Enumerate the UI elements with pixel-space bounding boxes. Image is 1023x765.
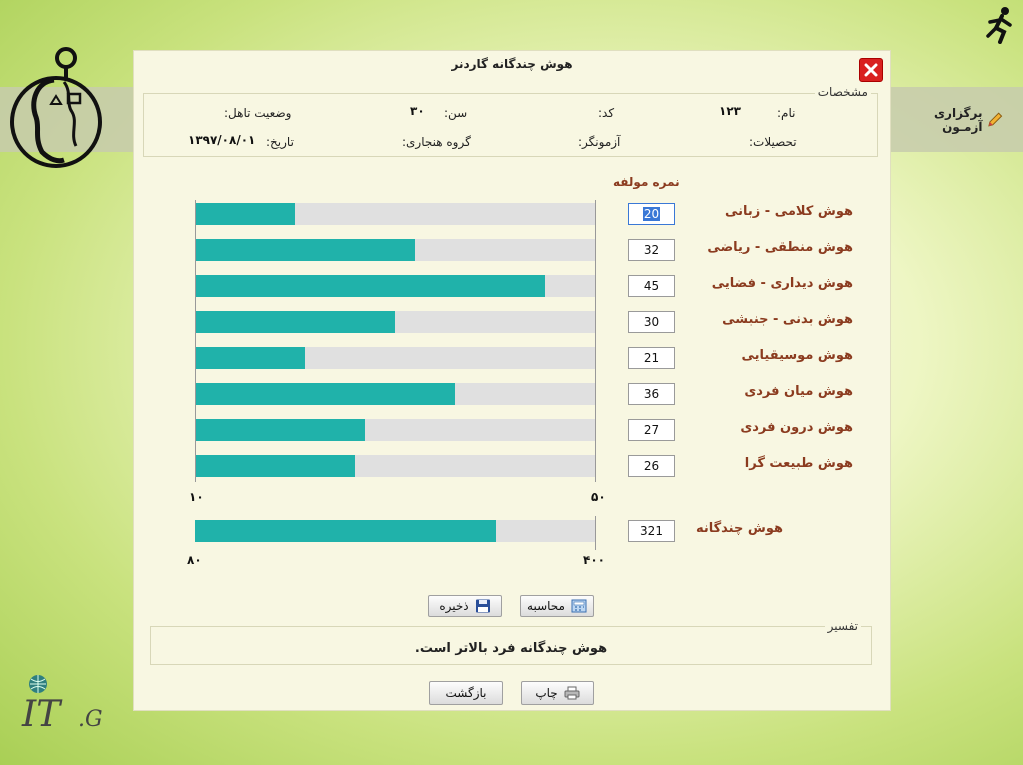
gardner-dialog: هوش چندگانه گاردنر مشخصات نام: ۱۲۳ کد: س… [133, 50, 891, 711]
score-value: 45 [643, 279, 660, 293]
specs-legend: مشخصات [814, 85, 871, 99]
score-input[interactable]: 21 [628, 347, 675, 369]
score-label: هوش طبیعت گرا [744, 456, 853, 471]
score-bar-fill [195, 383, 455, 405]
score-bar-fill [195, 347, 305, 369]
score-label: هوش دیداری - فضایی [711, 276, 853, 291]
exit-runner-icon[interactable] [984, 6, 1016, 44]
menu-test-administration[interactable]: برگزاری آزمـون [892, 106, 1004, 134]
score-value: 30 [643, 315, 660, 329]
menu-test-administration-label: برگزاری آزمـون [934, 106, 983, 134]
code-label: کد: [598, 106, 615, 120]
score-input[interactable]: 20 [628, 203, 675, 225]
score-value: 27 [643, 423, 660, 437]
score-bar-fill [195, 455, 355, 477]
printer-icon [564, 686, 580, 700]
print-label: چاپ [535, 686, 558, 700]
score-bar-track [195, 239, 595, 261]
score-input[interactable]: 26 [628, 455, 675, 477]
total-bar-track [195, 520, 595, 542]
name-value: ۱۲۳ [719, 104, 741, 118]
marital-label: وضعیت تاهل: [224, 106, 292, 120]
score-label: هوش بدنی - جنبشی [722, 312, 853, 327]
interpretation-panel: تفسیر هوش چندگانه فرد بالاتر است. [150, 619, 872, 665]
score-bar-fill [195, 275, 545, 297]
score-bar-fill [195, 203, 295, 225]
print-button[interactable]: چاپ [521, 681, 594, 705]
calculate-label: محاسبه [527, 599, 565, 613]
save-button[interactable]: ذخیره [428, 595, 502, 617]
score-bar-track [195, 347, 595, 369]
name-label: نام: [777, 106, 796, 120]
score-label: هوش درون فردی [740, 420, 853, 435]
scores-legend: نمره مولفه [613, 175, 680, 189]
interpretation-text: هوش چندگانه فرد بالاتر است. [414, 641, 608, 656]
scale-min-label: ۱۰ [189, 490, 204, 504]
norm-group-label: گروه هنجاری: [402, 135, 471, 149]
score-value: 26 [643, 459, 660, 473]
score-label: هوش موسیقیایی [741, 348, 854, 363]
total-bar-fill [195, 520, 497, 542]
score-bar-track [195, 275, 595, 297]
date-label: تاریخ: [266, 135, 294, 149]
calculate-button[interactable]: محاسبه [520, 595, 594, 617]
svg-text:.G: .G [78, 707, 103, 732]
score-input[interactable]: 27 [628, 419, 675, 441]
back-label: بازگشت [445, 686, 487, 700]
score-label: هوش کلامی - زبانی [725, 204, 853, 219]
score-value: 36 [643, 387, 660, 401]
score-bar-track [195, 311, 595, 333]
svg-text:IT: IT [21, 694, 63, 735]
score-input[interactable]: 36 [628, 383, 675, 405]
back-button[interactable]: بازگشت [429, 681, 503, 705]
score-bar-track [195, 455, 595, 477]
itg-logo: IT .G [21, 675, 103, 735]
total-scale-right-line [595, 516, 596, 550]
score-input[interactable]: 45 [628, 275, 675, 297]
score-label: هوش میان فردی [744, 384, 853, 399]
score-value: 20 [642, 207, 661, 221]
date-value: ۱۳۹۷/۰۸/۰۱ [188, 133, 256, 147]
app-logo [10, 47, 102, 168]
interpretation-legend: تفسیر [824, 619, 861, 633]
scale-max-label: ۵۰ [591, 490, 606, 504]
examiner-label: آزمونگر: [578, 135, 621, 149]
education-label: تحصیلات: [749, 135, 797, 149]
score-bar-track [195, 419, 595, 441]
score-bar-fill [195, 419, 365, 441]
scale-left-line [195, 200, 196, 482]
age-value: ۳۰ [410, 104, 425, 118]
scale-right-line [595, 200, 596, 482]
save-label: ذخیره [439, 599, 469, 613]
specs-panel: مشخصات نام: ۱۲۳ کد: سن: ۳۰ وضعیت تاهل: ت… [143, 85, 878, 157]
total-label: هوش چندگانه [695, 521, 783, 536]
calculator-icon [571, 599, 587, 613]
score-bar-track [195, 203, 595, 225]
dialog-title: هوش چندگانه گاردنر [451, 57, 573, 71]
score-value: 32 [643, 243, 660, 257]
pencil-icon [988, 112, 1003, 127]
close-icon [864, 63, 878, 77]
score-label: هوش منطقی - ریاضی [707, 240, 853, 255]
score-bar-fill [195, 239, 415, 261]
scores-panel: نمره مولفه 20 هوش کلامی - زبانی 32 هوش منطق… [143, 168, 878, 672]
score-input[interactable]: 30 [628, 311, 675, 333]
score-input[interactable]: 32 [628, 239, 675, 261]
score-bar-track [195, 383, 595, 405]
floppy-disk-icon [475, 599, 490, 613]
score-bar-fill [195, 311, 395, 333]
score-value: 21 [643, 351, 660, 365]
total-max-label: ۴۰۰ [583, 553, 605, 567]
total-min-label: ۸۰ [187, 553, 202, 567]
close-button[interactable] [859, 58, 883, 82]
age-label: سن: [444, 106, 468, 120]
